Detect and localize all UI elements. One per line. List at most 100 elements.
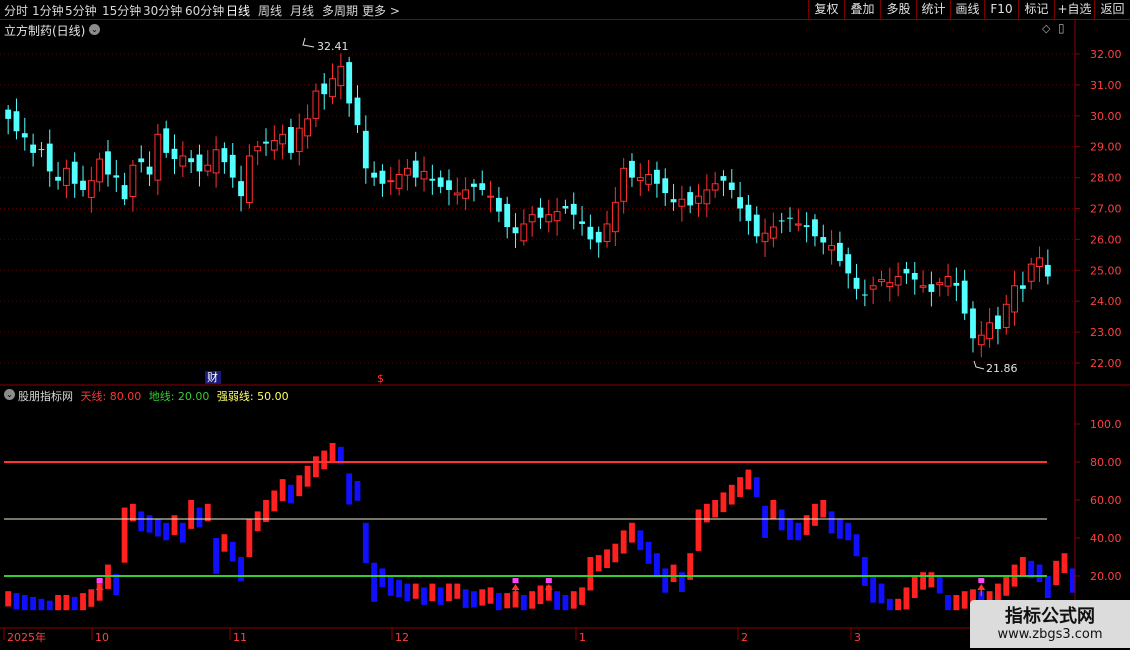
- indicator-bar: [404, 583, 411, 602]
- dividend-marker[interactable]: $: [377, 372, 384, 385]
- candle-body: [1027, 263, 1035, 282]
- indicator-bar: [604, 549, 610, 569]
- candle: [146, 151, 153, 187]
- candle-body: [986, 322, 994, 340]
- candle: [662, 168, 669, 206]
- candle-body: [512, 227, 519, 234]
- candle: [570, 192, 577, 230]
- candle-body: [412, 160, 419, 178]
- finance-event-marker[interactable]: 财: [205, 370, 221, 384]
- candle: [188, 150, 195, 173]
- candle-body: [362, 130, 369, 169]
- price-axis-label: 32.00: [1090, 48, 1122, 61]
- candle-body: [270, 140, 278, 151]
- indicator-bar: [371, 562, 378, 602]
- candle-body: [1002, 303, 1010, 328]
- price-axis-label: 30.00: [1090, 110, 1122, 123]
- indicator-bar: [654, 553, 660, 576]
- candle: [728, 169, 735, 199]
- indicator-bar: [812, 503, 818, 526]
- price-grid: [0, 53, 1075, 364]
- candle-body: [354, 97, 361, 126]
- indicator-bar: [312, 456, 319, 478]
- candle-body: [446, 180, 452, 190]
- candle-body: [479, 183, 486, 190]
- candle-body: [5, 109, 12, 119]
- candle-body: [71, 161, 78, 184]
- candle: [329, 63, 336, 105]
- candle: [245, 144, 253, 209]
- indicator-bar: [778, 509, 785, 531]
- indicator-bar: [454, 583, 461, 599]
- candle-body: [678, 198, 686, 207]
- indicator-bar: [554, 591, 561, 610]
- value-axis-label: 80.00: [1090, 456, 1122, 469]
- candle-body: [462, 189, 470, 199]
- candle: [395, 159, 403, 196]
- candle-body: [828, 245, 835, 251]
- indicator-bar: [537, 585, 544, 605]
- candle-body: [545, 214, 553, 223]
- candle: [1019, 271, 1026, 302]
- indicator-reference-lines: [4, 461, 1047, 577]
- candle: [820, 224, 827, 255]
- candle: [936, 277, 944, 297]
- indicator-bar: [579, 587, 585, 605]
- candle-body: [13, 111, 20, 132]
- candle: [55, 161, 61, 190]
- indicator-bar: [878, 583, 885, 604]
- candle: [479, 170, 486, 196]
- candle: [703, 174, 711, 218]
- indicator-bar: [870, 576, 877, 603]
- indicator-bar: [961, 591, 968, 609]
- candle: [263, 128, 269, 156]
- candle-body: [346, 62, 353, 104]
- indicator-bar: [945, 595, 951, 611]
- indicator-bar: [504, 593, 511, 609]
- indicator-bar: [820, 500, 827, 518]
- indicator-bar: [1003, 576, 1010, 596]
- indicator-bar: [304, 465, 311, 487]
- indicator-bar: [63, 595, 70, 611]
- indicator-bar: [845, 522, 852, 541]
- candle: [1044, 249, 1051, 285]
- candle-body: [312, 90, 320, 119]
- candle: [645, 159, 653, 192]
- candle-body: [970, 308, 976, 339]
- candle: [803, 212, 810, 243]
- candle-body: [46, 143, 53, 172]
- price-axis-label: 31.00: [1090, 79, 1122, 92]
- candle-body: [238, 181, 244, 197]
- indicator-bar: [953, 595, 960, 611]
- axis-labels: 32.00 31.00 30.00 29.00 28.00 27.00 26.00 25.00…: [3, 48, 1122, 644]
- indicator-bar: [221, 534, 228, 552]
- candle: [928, 271, 935, 307]
- candle-body: [30, 144, 37, 153]
- candle: [221, 142, 228, 174]
- candle: [412, 151, 419, 187]
- signal-block: [545, 578, 552, 583]
- indicator-bar: [645, 541, 652, 564]
- chart-canvas: 32.00 31.00 30.00 29.00 28.00 27.00 26.00 25.00…: [0, 20, 1130, 644]
- candle: [5, 104, 12, 135]
- indicator-bar: [662, 568, 669, 593]
- indicator-bar: [446, 583, 452, 602]
- candle-body: [254, 146, 262, 152]
- date-axis-label: 3: [854, 631, 861, 644]
- indicator-bar: [795, 522, 802, 541]
- candle-body: [1011, 285, 1018, 313]
- candle-body: [371, 172, 378, 178]
- candle: [295, 113, 303, 166]
- candle-body: [420, 170, 428, 180]
- indicator-bar: [520, 595, 527, 611]
- candle-body: [587, 226, 594, 240]
- candle: [886, 267, 894, 302]
- candle-body: [953, 282, 960, 286]
- candle: [961, 269, 968, 320]
- candle: [96, 152, 104, 192]
- finance-marker-label: 财: [207, 370, 218, 384]
- candle-body: [379, 170, 386, 184]
- candle: [986, 308, 994, 348]
- indicator-bar: [279, 479, 286, 502]
- value-axis-label: 100.0: [1090, 418, 1122, 431]
